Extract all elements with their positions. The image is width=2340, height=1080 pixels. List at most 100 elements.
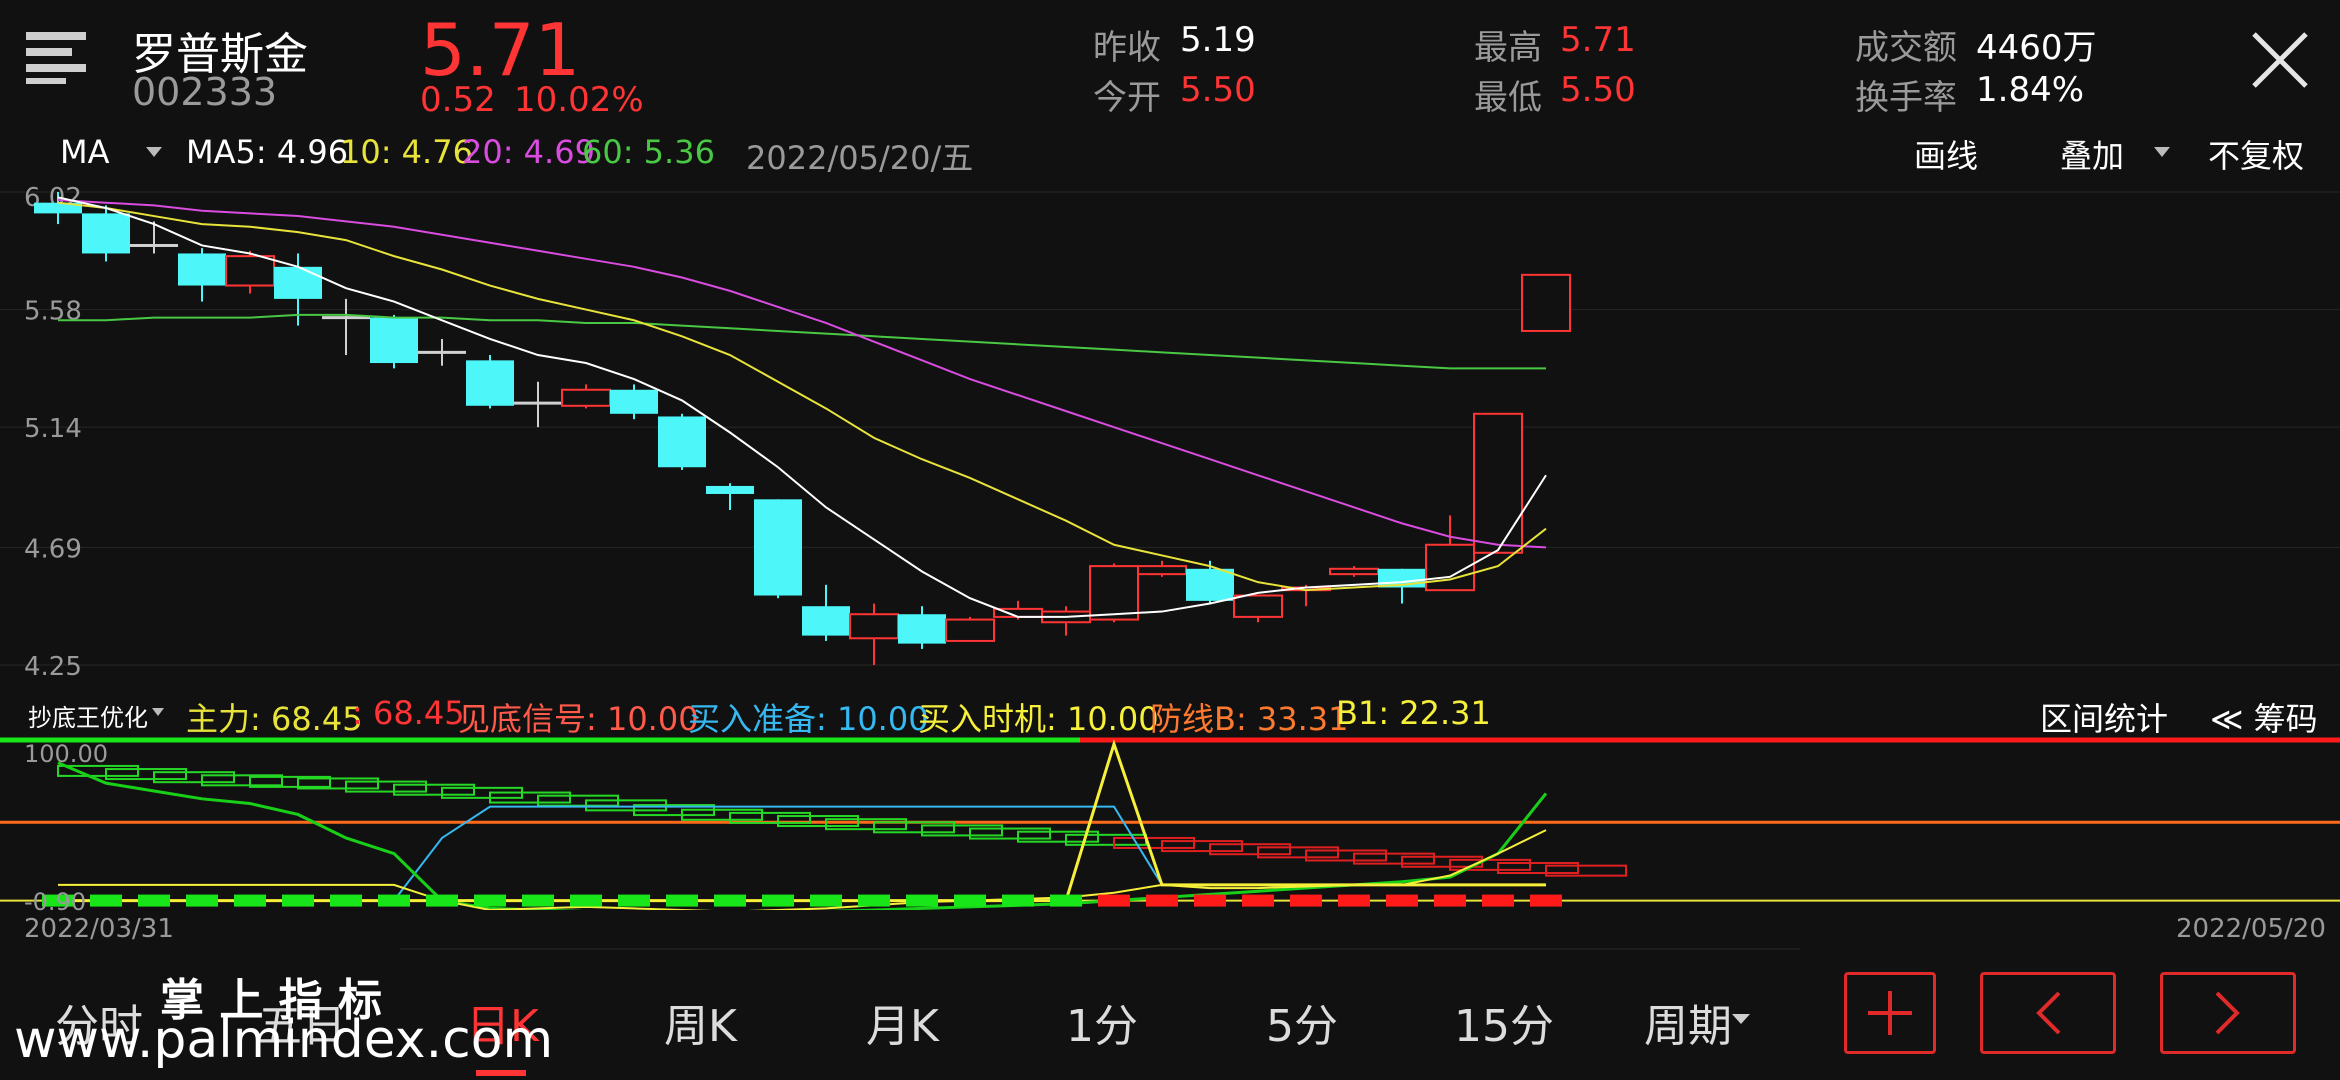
overlay-button[interactable]: 叠加 [2060,131,2124,177]
candle-body [82,213,130,254]
stat-value-high: 5.71 [1560,20,1636,60]
price-change: 0.52 [420,80,496,120]
candle-body [1521,273,1571,332]
indicator-marker [1050,894,1082,907]
indicator-step-box [825,818,907,831]
candle-body [225,255,275,287]
indicator-step-box [1257,846,1339,859]
menu-icon[interactable] [26,26,90,84]
candle-body [1089,565,1139,621]
stat-label-turnover-rate: 换手率 [1855,78,1957,118]
ma20-value: 20: 4.69 [462,133,595,171]
indicator-step-box [1497,862,1579,875]
candle-body [1473,412,1523,554]
indicator-dropdown-icon[interactable] [152,708,164,716]
candle-body [658,416,706,468]
chevron-left-icon [2036,991,2061,1035]
period-dropdown-icon[interactable] [1732,1014,1750,1024]
indicator-b1: B1: 22.31 [1336,694,1491,732]
tab-15min[interactable]: 15分 [1454,990,1554,1054]
price-change-pct: 10.02% [514,80,644,120]
indicator-marker [138,894,170,907]
stat-value-turnover-rate: 1.84% [1976,70,2085,110]
indicator-marker [90,894,122,907]
indicator-marker [1386,894,1418,907]
indicator-marker [330,894,362,907]
indicator-marker [858,894,890,907]
buy-time-line [58,829,1547,910]
indicator-step-box [1545,864,1627,877]
stat-label-high: 最高 [1474,28,1542,68]
indicator-marker [282,894,314,907]
indicator-step-box [1353,852,1435,865]
overlay-dropdown-icon[interactable] [2154,147,2170,157]
tab-weekly-k[interactable]: 周K [664,990,737,1054]
indicator-step-box [1401,855,1483,868]
indicator-marker [954,894,986,907]
ma-selector-dropdown-icon[interactable] [146,147,162,157]
stat-label-prev-close: 昨收 [1093,28,1161,68]
indicator-marker [1338,894,1370,907]
prev-button[interactable] [1980,972,2116,1054]
current-date: 2022/05/20/五 [746,139,974,177]
ma5-value: MA5: 4.96 [186,133,349,171]
candlestick-chart[interactable]: 6.025.585.144.694.25 [0,180,2340,690]
candle-body [610,389,658,414]
indicator-step-box [969,827,1051,840]
indicator-ytick-bottom: -0.90 [24,888,87,916]
indicator-marker [906,894,938,907]
indicator-marker [1146,894,1178,907]
indicator-marker [666,894,698,907]
indicator-step-box [153,771,235,784]
candle-body [706,485,754,494]
candle-body [1329,567,1379,576]
ma10-value: 10: 4.76 [340,133,473,171]
chevron-right-icon [2215,991,2240,1035]
stat-value-turnover-amount: 4460万 [1976,28,2097,68]
indicator-marker [1290,894,1322,907]
ma20-line [57,199,1547,549]
tab-period[interactable]: 周期 [1644,990,1732,1054]
ma-selector[interactable]: MA [60,133,110,171]
tab-5min[interactable]: 5分 [1266,990,1338,1054]
candle-body [1233,594,1283,618]
plus-icon [1868,991,1912,1035]
ytick-label: 5.58 [24,297,82,327]
ytick-label: 5.14 [24,414,82,444]
next-button[interactable] [2160,972,2296,1054]
candle-body [274,266,322,299]
adjust-button[interactable]: 不复权 [2208,131,2304,177]
indicator-marker [378,894,410,907]
indicator-marker [1434,894,1466,907]
tab-monthly-k[interactable]: 月K [866,990,939,1054]
close-icon[interactable] [2250,30,2310,90]
indicator-marker [234,894,266,907]
indicator-marker [426,894,458,907]
indicator-marker [618,894,650,907]
indicator-step-box [921,824,1003,837]
indicator-step-box [105,768,187,781]
indicator-marker [1098,894,1130,907]
indicator-marker [810,894,842,907]
ma60-value: 60: 5.36 [582,133,715,171]
draw-line-button[interactable]: 画线 [1914,131,1978,177]
indicator-chart[interactable] [0,730,2340,910]
stat-value-open: 5.50 [1180,70,1256,110]
ma60-line [58,313,1546,370]
indicator-step-box [873,821,955,834]
indicator-marker [714,894,746,907]
stock-code: 002333 [132,70,278,114]
add-button[interactable] [1844,972,1936,1054]
indicator-selector[interactable]: 抄底王优化 [28,698,148,733]
indicator-marker [1194,894,1226,907]
candle-body [370,317,418,364]
candle-body [1137,565,1187,576]
indicator-step-box [1449,858,1531,871]
candle-body [849,613,899,640]
date-axis-start: 2022/03/31 [24,914,174,944]
indicator-step-box [1161,840,1243,853]
stat-value-low: 5.50 [1560,70,1636,110]
indicator-step-box [1305,849,1387,862]
indicator-marker [1530,894,1562,907]
tab-1min[interactable]: 1分 [1066,990,1138,1054]
